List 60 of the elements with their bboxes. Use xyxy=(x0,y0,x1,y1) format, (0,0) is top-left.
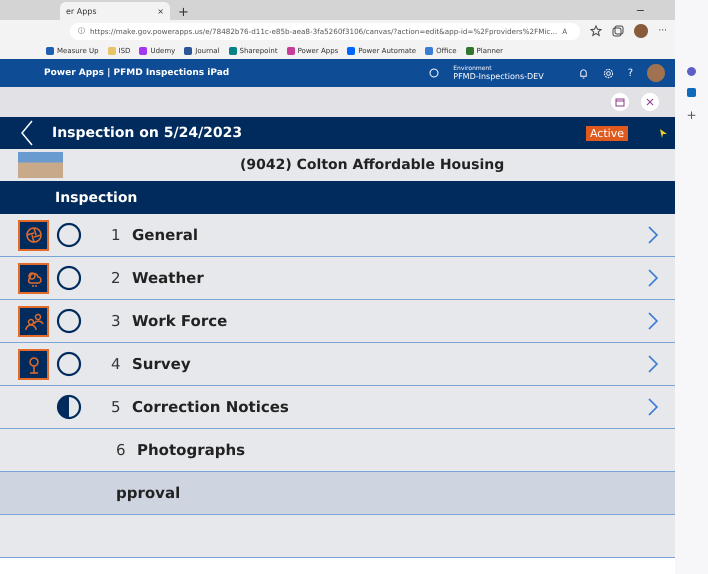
aperture-icon xyxy=(18,220,49,250)
people-icon xyxy=(18,306,49,336)
circle-icon xyxy=(56,351,82,377)
settings-icon[interactable] xyxy=(602,68,614,78)
row-label: Work Force xyxy=(132,312,228,330)
row-label: Correction Notices xyxy=(132,398,289,416)
half-circle-icon xyxy=(56,394,82,420)
survey-icon xyxy=(18,348,49,380)
row-number: 1 xyxy=(111,226,122,244)
section-row[interactable]: 6 Photographs xyxy=(0,429,675,472)
window-icon xyxy=(615,98,625,106)
circle-icon xyxy=(56,265,82,291)
new-tab-button[interactable]: + xyxy=(178,5,189,20)
screen-title: Inspection on 5/24/2023 xyxy=(52,125,242,141)
chevron-right-icon[interactable] xyxy=(647,268,659,288)
photo-placeholder xyxy=(18,152,63,178)
app-title: Power Apps | PFMD Inspections iPad xyxy=(44,68,230,78)
section-row[interactable]: 5 Correction Notices xyxy=(0,386,675,429)
more-button[interactable]: ··· xyxy=(658,26,667,36)
row-number: 4 xyxy=(111,355,122,373)
weather-icon xyxy=(18,262,49,294)
row-number: 3 xyxy=(111,312,122,330)
circle-icon xyxy=(56,222,82,248)
avatar-icon[interactable] xyxy=(634,24,648,38)
row-label: Survey xyxy=(132,355,191,373)
cursor-icon xyxy=(660,128,667,138)
close-icon xyxy=(646,98,654,106)
mail-icon[interactable] xyxy=(686,87,697,98)
browser-tab[interactable]: er Apps × xyxy=(60,2,170,20)
section-row[interactable]: 2 Weather xyxy=(0,257,675,300)
row-number: 6 xyxy=(116,441,127,459)
bell-icon[interactable] xyxy=(578,68,589,78)
minimize-button[interactable]: − xyxy=(636,4,645,16)
chevron-right-icon[interactable] xyxy=(647,311,659,331)
chevron-right-icon[interactable] xyxy=(647,397,659,417)
section-row[interactable]: 4 Survey xyxy=(0,343,675,386)
section-header: pproval xyxy=(0,472,675,515)
section-title: Inspection xyxy=(55,190,138,206)
close-button[interactable] xyxy=(641,93,659,111)
environment-icon xyxy=(429,68,440,78)
add-button[interactable]: + xyxy=(686,108,697,122)
section-row[interactable]: 1 General xyxy=(0,214,675,257)
collections-icon[interactable] xyxy=(612,25,624,37)
chevron-right-icon[interactable] xyxy=(647,225,659,245)
row-number: 2 xyxy=(111,269,122,287)
help-button[interactable]: ? xyxy=(628,68,633,78)
app-icon[interactable] xyxy=(686,66,697,77)
row-label: General xyxy=(132,226,198,244)
property-name: (9042) Colton Affordable Housing xyxy=(240,157,504,173)
window-button[interactable] xyxy=(611,93,629,111)
row-label: Photographs xyxy=(137,441,246,459)
row-number: 5 xyxy=(111,398,122,416)
row-label: Weather xyxy=(132,269,204,287)
environment-name: PFMD-Inspections-DEV xyxy=(453,72,544,81)
chevron-right-icon[interactable] xyxy=(647,354,659,374)
section-row[interactable]: 3 Work Force xyxy=(0,300,675,343)
back-icon[interactable] xyxy=(20,120,34,146)
favorites-icon[interactable] xyxy=(590,25,602,37)
status-badge: Active xyxy=(586,126,628,140)
circle-icon xyxy=(56,308,82,334)
